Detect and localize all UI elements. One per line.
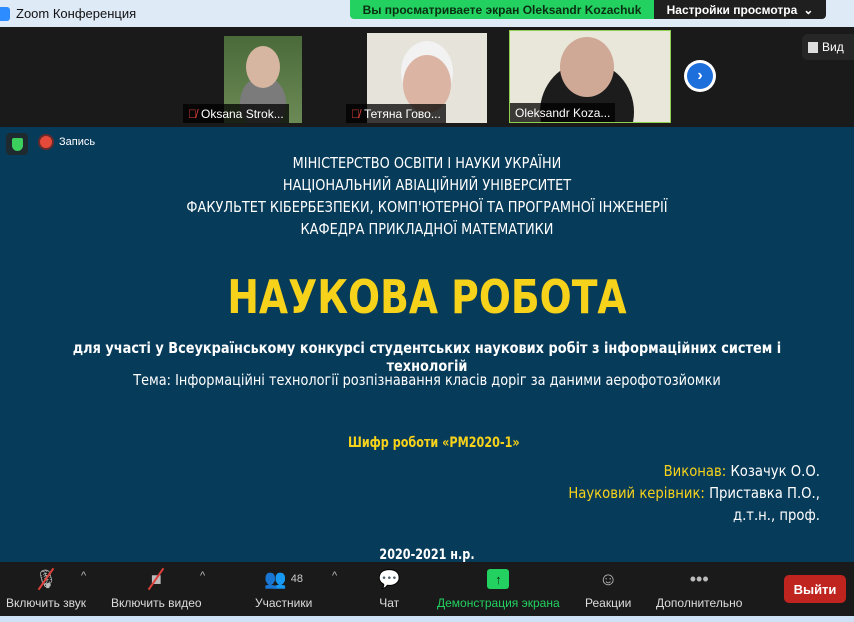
video-off-icon: ■ <box>148 566 165 592</box>
participants-options-caret[interactable]: ^ <box>332 570 337 582</box>
author-label: Виконав: <box>663 462 727 480</box>
chat-icon: 💬 <box>378 568 401 589</box>
author-name: Козачук О.О. <box>730 462 820 480</box>
participant-tile[interactable]: 🎙̸ Oksana Strok... <box>183 30 343 123</box>
participant-tile-active-speaker[interactable]: Oleksandr Koza... <box>509 30 671 123</box>
slide-subtitle: для участі у Всеукраїнському конкурсі ст… <box>72 339 782 375</box>
muted-mic-icon: 🎙̸ <box>351 106 360 121</box>
chat-label: Чат <box>379 596 400 610</box>
record-icon <box>40 136 52 148</box>
unmute-button[interactable]: 🎙 Включить звук <box>6 566 86 610</box>
participant-tile[interactable]: 🎙̸ Тетяна Гово... <box>346 30 506 123</box>
grid-icon <box>808 41 818 53</box>
slide-theme: Тема: Інформаційні технології розпізнава… <box>133 371 721 389</box>
video-options-caret[interactable]: ^ <box>200 570 205 582</box>
participants-label: Участники <box>255 596 313 610</box>
view-label: Вид <box>822 40 844 54</box>
leave-meeting-button[interactable]: Выйти <box>784 575 846 603</box>
recording-indicator[interactable]: Запись <box>40 136 95 148</box>
chevron-right-icon: › <box>687 63 713 89</box>
authors-block: Виконав: Козачук О.О. Науковий керівник:… <box>568 460 820 526</box>
header-line: КАФЕДРА ПРИКЛАДНОЇ МАТЕМАТИКИ <box>300 220 554 238</box>
more-label: Дополнительно <box>656 596 743 610</box>
participant-name: Oksana Strok... <box>201 106 284 121</box>
share-screen-button[interactable]: ↑ Демонстрация экрана <box>437 566 560 610</box>
view-options-button[interactable]: Настройки просмотра ⌄ <box>654 0 826 19</box>
reactions-icon: ☺ <box>598 568 618 589</box>
muted-microphone-icon: 🎙 <box>35 566 57 592</box>
reactions-label: Реакции <box>585 596 632 610</box>
share-screen-icon: ↑ <box>487 569 510 589</box>
shared-screen-slide: МІНІСТЕРСТВО ОСВІТИ І НАУКИ УКРАЇНИ НАЦІ… <box>0 127 854 563</box>
start-video-label: Включить видео <box>111 596 202 610</box>
view-button[interactable]: Вид <box>802 34 854 60</box>
unmute-label: Включить звук <box>6 596 87 610</box>
chevron-down-icon: ⌄ <box>803 2 814 17</box>
supervisor-label: Науковий керівник: <box>568 484 705 502</box>
slide-title: НАУКОВА РОБОТА <box>227 270 627 324</box>
participant-name: Тетяна Гово... <box>364 106 441 121</box>
slide-header: МІНІСТЕРСТВО ОСВІТИ І НАУКИ УКРАЇНИ НАЦІ… <box>60 152 794 240</box>
header-line: НАЦІОНАЛЬНИЙ АВІАЦІЙНИЙ УНІВЕРСИТЕТ <box>282 176 572 194</box>
participants-count: 48 <box>290 573 303 585</box>
more-dots-icon: ••• <box>689 568 709 589</box>
next-page-button[interactable]: › <box>684 60 716 92</box>
security-shield-icon[interactable] <box>6 133 28 155</box>
view-options-label: Настройки просмотра <box>666 2 798 17</box>
share-screen-label: Демонстрация экрана <box>437 596 560 610</box>
supervisor-name: Приставка П.О., <box>709 484 820 502</box>
zoom-logo-icon <box>0 6 10 21</box>
supervisor-title: д.т.н., проф. <box>733 506 820 524</box>
taskbar-edge <box>0 616 854 622</box>
reactions-button[interactable]: ☺ Реакции <box>585 566 632 611</box>
participant-gallery: 🎙̸ Oksana Strok... 🎙̸ Тетяна Гово... Oleks… <box>0 27 854 127</box>
chat-button[interactable]: 💬 Чат <box>378 566 401 611</box>
participants-icon: 👥 <box>264 568 287 589</box>
viewing-banner: Вы просматриваете экран Oleksandr Kozach… <box>350 0 654 19</box>
academic-year: 2020-2021 н.р. <box>379 547 475 563</box>
muted-mic-icon: 🎙̸ <box>188 106 197 121</box>
recording-label: Запись <box>59 136 96 148</box>
header-line: ФАКУЛЬТЕТ КІБЕРБЕЗПЕКИ, КОМП'ЮТЕРНОЇ ТА … <box>186 198 668 216</box>
window-title: Zoom Конференция <box>16 6 137 21</box>
header-line: МІНІСТЕРСТВО ОСВІТИ І НАУКИ УКРАЇНИ <box>292 154 562 172</box>
meeting-toolbar: 🎙 Включить звук ^ ■ Включить видео ^ 👥48 Уч… <box>0 562 854 616</box>
participant-name: Oleksandr Koza... <box>515 105 611 120</box>
more-button[interactable]: ••• Дополнительно <box>656 566 743 611</box>
work-cipher: Шифр роботи «РМ2020-1» <box>348 435 520 451</box>
audio-options-caret[interactable]: ^ <box>81 570 86 582</box>
start-video-button[interactable]: ■ Включить видео <box>111 566 202 610</box>
participants-button[interactable]: 👥 48 Участники <box>255 566 313 611</box>
